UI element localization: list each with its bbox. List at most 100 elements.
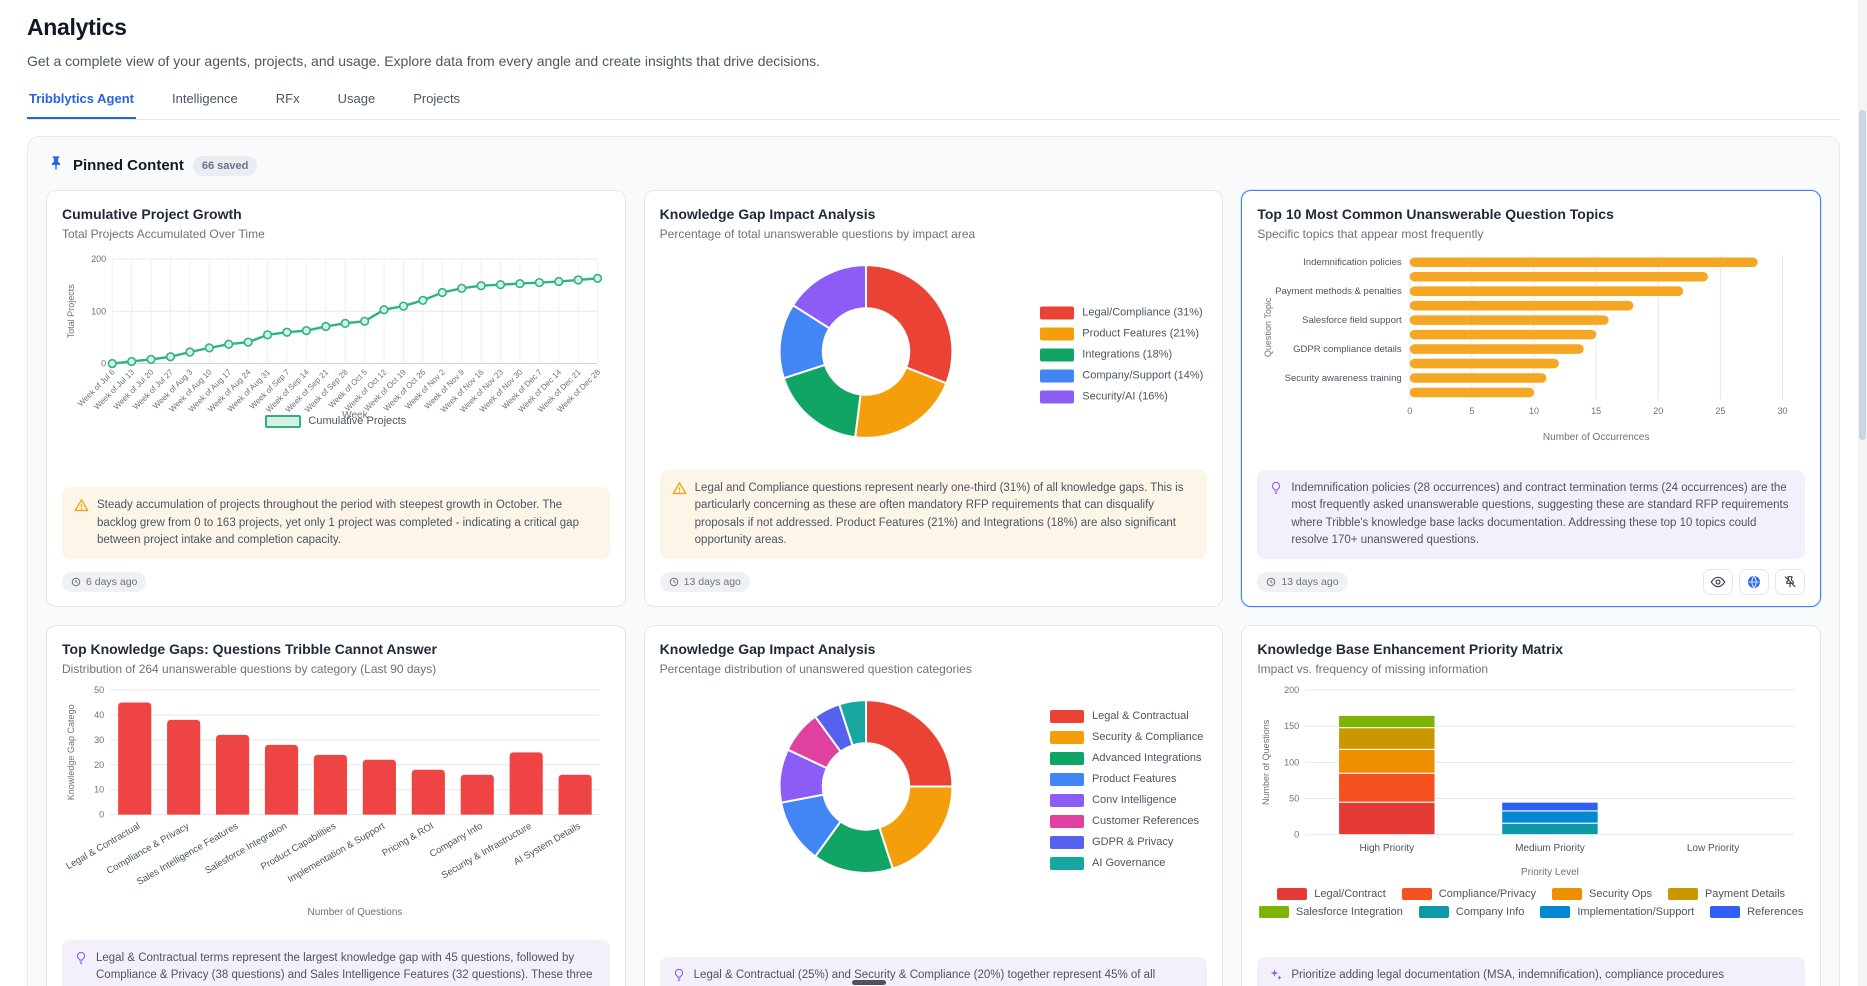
card-cumulative-project-growth[interactable]: Cumulative Project Growth Total Projects…: [46, 190, 626, 607]
saved-count-badge: 66 saved: [193, 156, 257, 176]
legend-item: Product Features (21%): [1040, 327, 1203, 340]
lightbulb-icon: [1269, 480, 1283, 549]
impact-donut-chart: Legal/Compliance (31%)Product Features (…: [660, 249, 1208, 460]
card-subtitle: Specific topics that appear most frequen…: [1257, 227, 1805, 241]
timestamp-badge: 13 days ago: [1257, 572, 1347, 592]
warning-icon: [672, 480, 687, 549]
card-top-unanswerable-topics[interactable]: Top 10 Most Common Unanswerable Question…: [1241, 190, 1821, 607]
insight-box: Steady accumulation of projects througho…: [62, 487, 610, 559]
insight-box: Legal and Compliance questions represent…: [660, 470, 1208, 559]
svg-text:5: 5: [1470, 406, 1475, 416]
horizontal-scrollbar-thumb[interactable]: [852, 980, 886, 985]
warning-icon: [74, 497, 89, 549]
svg-text:0: 0: [99, 810, 104, 820]
timestamp-badge: 6 days ago: [62, 572, 146, 592]
chart-legend: Legal/ContractCompliance/PrivacySecurity…: [1257, 888, 1805, 918]
svg-text:20: 20: [1654, 406, 1664, 416]
card-title: Knowledge Base Enhancement Priority Matr…: [1257, 641, 1805, 657]
svg-text:30: 30: [94, 735, 104, 745]
svg-text:150: 150: [1284, 721, 1299, 731]
svg-text:Number of Questions: Number of Questions: [308, 907, 403, 918]
topics-hbar-chart: 051015202530Indemnification policiesPaym…: [1257, 249, 1805, 453]
view-eye-button[interactable]: [1703, 569, 1733, 595]
legend-item: Security Ops: [1552, 888, 1652, 900]
legend-item: Company/Support (14%): [1040, 369, 1203, 382]
svg-text:Number of Occurrences: Number of Occurrences: [1543, 432, 1649, 443]
svg-text:Priority Level: Priority Level: [1521, 867, 1579, 878]
pinned-content-panel: Pinned Content 66 saved Cumulative Proje…: [27, 136, 1840, 986]
card-knowledge-gap-impact-2[interactable]: Knowledge Gap Impact Analysis Percentage…: [644, 625, 1224, 986]
unpin-button[interactable]: [1775, 569, 1805, 595]
page-subtitle: Get a complete view of your agents, proj…: [27, 53, 1840, 69]
legend-item: Product Features: [1050, 773, 1203, 786]
globe-orb-icon: [1746, 574, 1762, 590]
card-top-knowledge-gaps[interactable]: Top Knowledge Gaps: Questions Tribble Ca…: [46, 625, 626, 986]
insight-box: Legal & Contractual terms represent the …: [62, 940, 610, 986]
page-title: Analytics: [27, 14, 1840, 41]
svg-text:10: 10: [1529, 406, 1539, 416]
insight-text: Steady accumulation of projects througho…: [97, 497, 598, 549]
insight-text: Legal and Compliance questions represent…: [695, 480, 1196, 549]
legend-item: Conv Intelligence: [1050, 794, 1203, 807]
svg-text:Compliance & Privacy: Compliance & Privacy: [105, 821, 191, 877]
lightbulb-icon: [74, 950, 88, 986]
orb-button[interactable]: [1739, 569, 1769, 595]
tab-rfx[interactable]: RFx: [274, 91, 302, 119]
legend-item: AI Governance: [1050, 857, 1203, 870]
tab-projects[interactable]: Projects: [411, 91, 462, 119]
legend-item: Integrations (18%): [1040, 348, 1203, 361]
tab-bar: Tribblytics Agent Intelligence RFx Usage…: [27, 91, 1840, 120]
vertical-scrollbar-thumb[interactable]: [1859, 110, 1866, 440]
svg-text:30: 30: [1778, 406, 1788, 416]
svg-text:0: 0: [1408, 406, 1413, 416]
insight-text: Legal & Contractual terms represent the …: [96, 950, 598, 986]
card-title: Knowledge Gap Impact Analysis: [660, 641, 1208, 657]
svg-text:Pricing & ROI: Pricing & ROI: [380, 821, 435, 859]
card-title: Cumulative Project Growth: [62, 206, 610, 222]
lightbulb-icon: [672, 967, 686, 986]
svg-text:Knowledge Gap Catego: Knowledge Gap Catego: [66, 704, 76, 800]
legend-item: Legal & Contractual: [1050, 710, 1203, 723]
svg-text:Security awareness training: Security awareness training: [1285, 373, 1402, 384]
chart-legend: Legal & ContractualSecurity & Compliance…: [1050, 710, 1203, 870]
legend-item: References: [1710, 906, 1803, 918]
card-priority-matrix[interactable]: Knowledge Base Enhancement Priority Matr…: [1241, 625, 1821, 986]
svg-text:Total Projects: Total Projects: [66, 284, 76, 339]
chart-legend: Legal/Compliance (31%)Product Features (…: [1040, 306, 1203, 403]
timestamp-badge: 13 days ago: [660, 572, 750, 592]
svg-text:15: 15: [1591, 406, 1601, 416]
insight-text: Indemnification policies (28 occurrences…: [1291, 480, 1793, 549]
tab-usage[interactable]: Usage: [336, 91, 378, 119]
insight-text: Prioritize adding legal documentation (M…: [1291, 967, 1793, 986]
insight-box: Indemnification policies (28 occurrences…: [1257, 470, 1805, 559]
svg-text:200: 200: [1284, 685, 1299, 695]
svg-text:50: 50: [94, 685, 104, 695]
svg-text:Indemnification policies: Indemnification policies: [1303, 257, 1402, 268]
legend-item: Advanced Integrations: [1050, 752, 1203, 765]
svg-text:50: 50: [1289, 794, 1299, 804]
card-title: Top Knowledge Gaps: Questions Tribble Ca…: [62, 641, 610, 657]
pin-icon: [48, 155, 64, 176]
card-subtitle: Impact vs. frequency of missing informat…: [1257, 662, 1805, 676]
svg-text:0: 0: [1295, 830, 1300, 840]
analytics-page: Analytics Get a complete view of your ag…: [0, 0, 1867, 986]
vertical-scrollbar[interactable]: [1858, 0, 1867, 986]
legend-item: Company Info: [1419, 906, 1524, 918]
pinned-cards-grid: Cumulative Project Growth Total Projects…: [46, 190, 1821, 986]
clock-icon: [669, 577, 679, 587]
pin-slash-icon: [1782, 574, 1798, 590]
svg-text:GDPR compliance details: GDPR compliance details: [1293, 344, 1402, 355]
pinned-content-title: Pinned Content: [73, 157, 184, 174]
priority-stacked-chart: 050100150200High PriorityMedium Priority…: [1257, 684, 1805, 918]
card-subtitle: Percentage distribution of unanswered qu…: [660, 662, 1208, 676]
svg-text:40: 40: [94, 710, 104, 720]
svg-text:Salesforce field support: Salesforce field support: [1302, 315, 1402, 326]
insight-box: Prioritize adding legal documentation (M…: [1257, 957, 1805, 986]
tab-tribblytics-agent[interactable]: Tribblytics Agent: [27, 91, 136, 119]
clock-icon: [1266, 577, 1276, 587]
category-donut-chart: Legal & ContractualSecurity & Compliance…: [660, 684, 1208, 895]
card-knowledge-gap-impact[interactable]: Knowledge Gap Impact Analysis Percentage…: [644, 190, 1224, 607]
tab-intelligence[interactable]: Intelligence: [170, 91, 240, 119]
svg-text:0: 0: [101, 359, 106, 369]
svg-text:Payment methods & penalties: Payment methods & penalties: [1275, 286, 1402, 297]
